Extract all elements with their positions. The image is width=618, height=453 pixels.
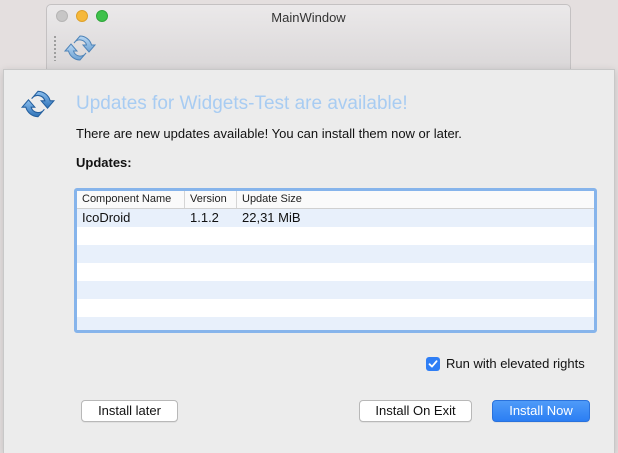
cell-version: 1.1.2 bbox=[190, 210, 219, 225]
main-window: MainWindow bbox=[46, 4, 571, 74]
refresh-icon bbox=[20, 86, 56, 122]
table-body: IcoDroid 1.1.2 22,31 MiB bbox=[77, 209, 594, 330]
dialog-info-text: There are new updates available! You can… bbox=[76, 126, 462, 141]
update-dialog: Updates for Widgets-Test are available! … bbox=[3, 69, 615, 453]
dialog-heading: Updates for Widgets-Test are available! bbox=[76, 93, 408, 114]
checkmark-icon bbox=[428, 359, 438, 367]
table-row-empty bbox=[77, 281, 594, 299]
elevated-rights-checkbox[interactable] bbox=[426, 356, 440, 371]
elevated-rights-label[interactable]: Run with elevated rights bbox=[446, 356, 585, 371]
table-row-empty bbox=[77, 263, 594, 281]
updates-table[interactable]: Component Name Version Update Size IcoDr… bbox=[74, 188, 597, 333]
table-row-empty bbox=[77, 245, 594, 263]
elevated-rights-option[interactable]: Run with elevated rights bbox=[426, 356, 585, 371]
table-header: Component Name Version Update Size bbox=[77, 191, 594, 209]
column-header-version[interactable]: Version bbox=[185, 191, 237, 208]
install-on-exit-button[interactable]: Install On Exit bbox=[359, 400, 472, 422]
install-later-button[interactable]: Install later bbox=[81, 400, 178, 422]
window-title: MainWindow bbox=[271, 10, 346, 25]
table-row-empty bbox=[77, 227, 594, 245]
table-row[interactable]: IcoDroid 1.1.2 22,31 MiB bbox=[77, 209, 594, 227]
updates-label: Updates: bbox=[76, 155, 132, 170]
table-row-empty bbox=[77, 317, 594, 330]
install-now-button[interactable]: Install Now bbox=[492, 400, 590, 422]
column-header-size[interactable]: Update Size bbox=[237, 191, 594, 208]
toolbar-grip[interactable] bbox=[54, 35, 56, 61]
refresh-icon[interactable] bbox=[63, 31, 97, 65]
cell-size: 22,31 MiB bbox=[242, 210, 301, 225]
column-header-component[interactable]: Component Name bbox=[77, 191, 185, 208]
table-row-empty bbox=[77, 299, 594, 317]
cell-component: IcoDroid bbox=[82, 210, 131, 225]
